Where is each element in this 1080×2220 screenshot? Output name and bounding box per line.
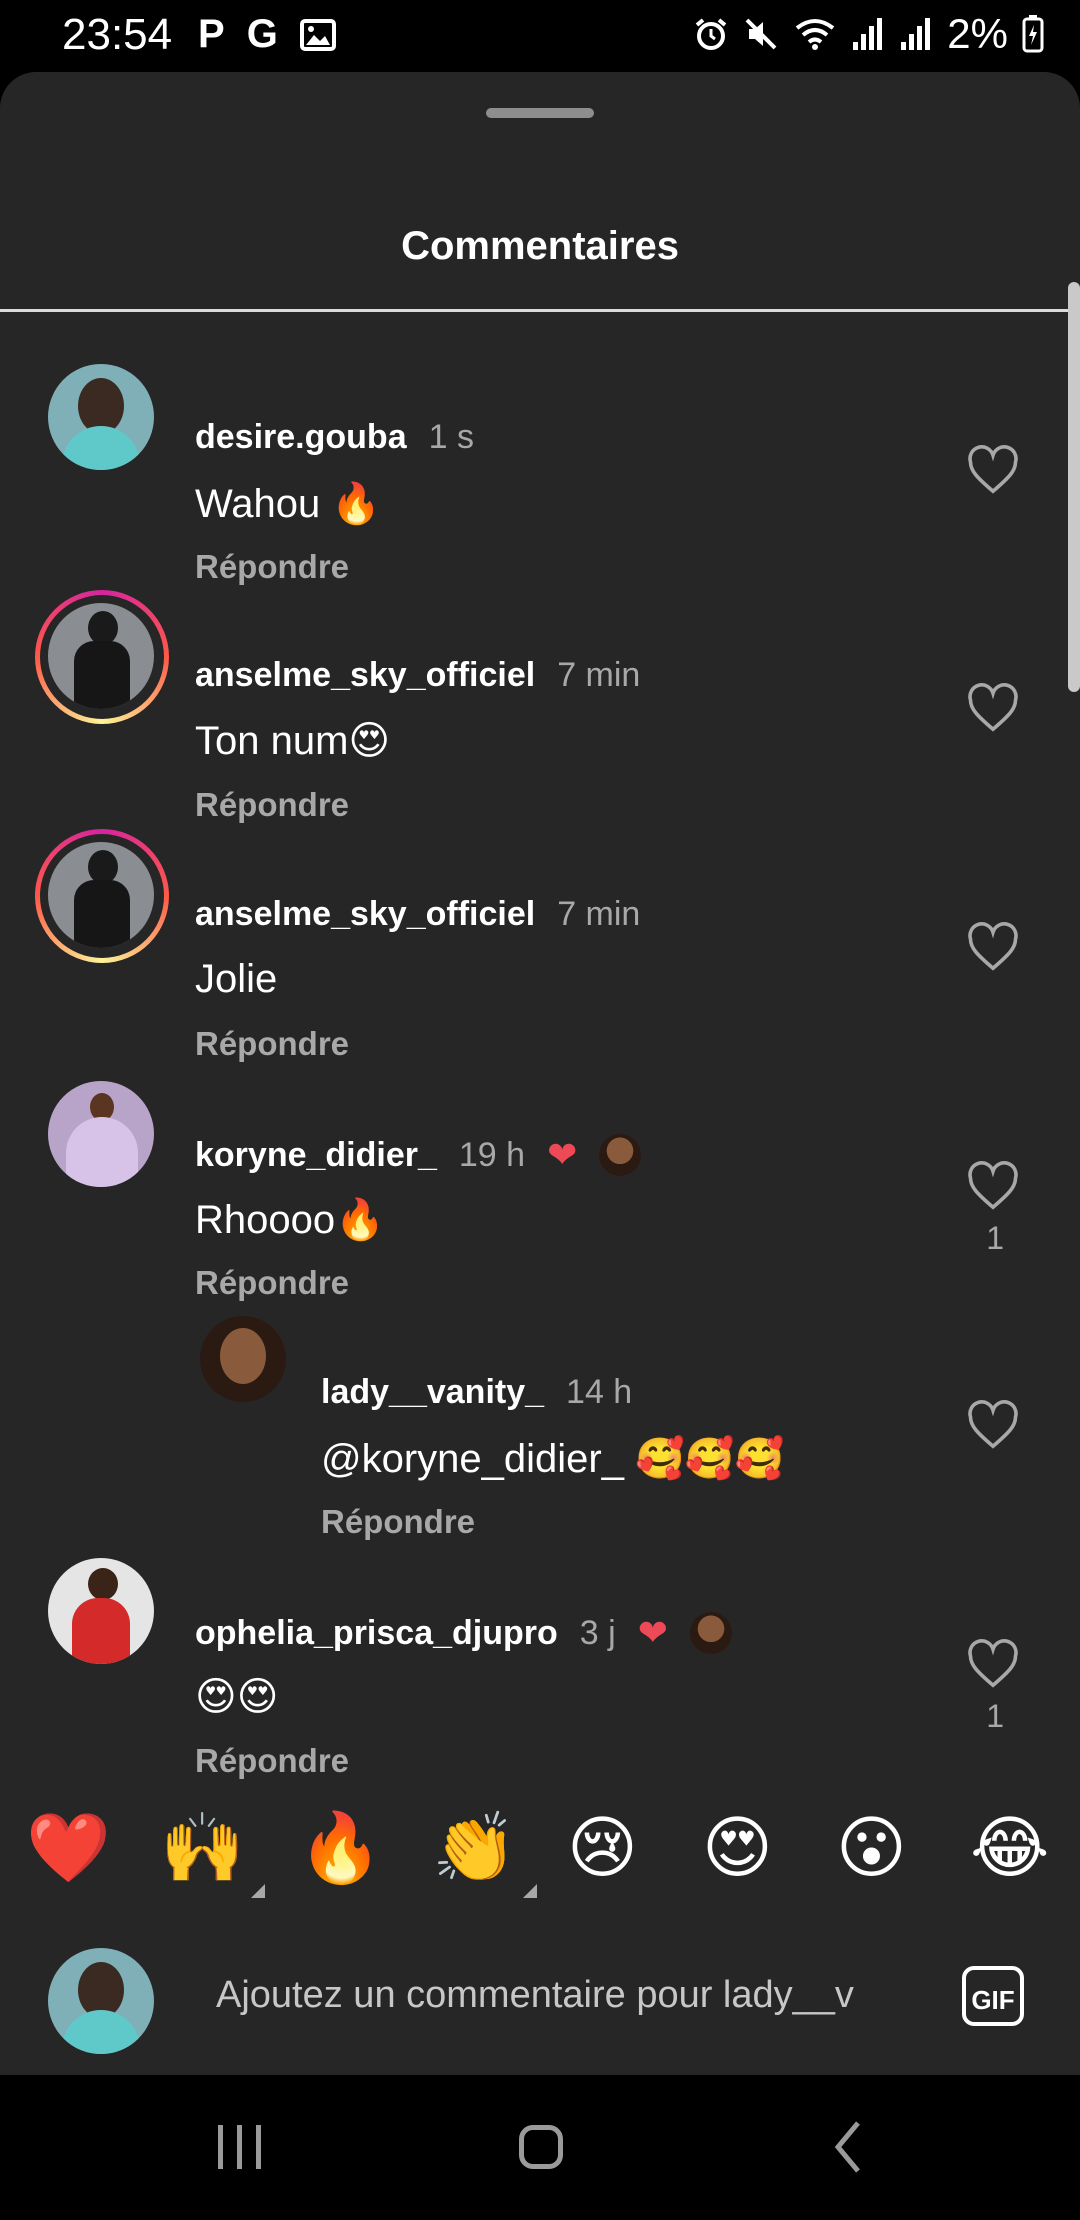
comment-meta: lady__vanity_ 14 h — [321, 1373, 632, 1412]
comment-time: 7 min — [557, 656, 641, 694]
comment-meta: koryne_didier_ 19 h ❤ — [195, 1134, 642, 1176]
recent-apps-button[interactable] — [218, 2125, 261, 2169]
avatar[interactable] — [48, 1558, 154, 1664]
battery-percent: 2% — [947, 10, 1008, 57]
drag-handle[interactable] — [486, 108, 594, 118]
comment-meta: anselme_sky_officiel 7 min — [195, 656, 640, 695]
alarm-icon — [696, 18, 727, 50]
author-mini-avatar — [689, 1612, 732, 1654]
gif-button[interactable]: GIF — [962, 1966, 1024, 2026]
like-count: 1 — [986, 1220, 1004, 1256]
comment-meta: ophelia_prisca_djupro 3 j ❤ — [195, 1612, 732, 1654]
status-time: 23:54 — [62, 10, 173, 59]
emoji-raised-hands: 🙌 — [160, 1810, 245, 1886]
wifi-icon — [796, 19, 835, 50]
comment-time: 1 s — [428, 418, 474, 456]
emoji-laughing-button[interactable]: 😂 — [970, 1808, 1049, 1888]
avatar[interactable] — [200, 1316, 286, 1402]
comment-text: Rhoooo🔥 — [195, 1198, 385, 1242]
emoji-heart-button[interactable]: ❤️ — [26, 1808, 111, 1888]
like-heart-icon[interactable] — [966, 1638, 1020, 1692]
like-heart-icon[interactable] — [966, 1160, 1020, 1214]
comment-username[interactable]: lady__vanity_ — [321, 1373, 544, 1412]
avatar[interactable] — [48, 603, 154, 709]
comment-composer: Ajoutez un commentaire pour lady__v GIF — [0, 1930, 1080, 2075]
reply-item: lady__vanity_ 14 h @koryne_didier_ 🥰🥰🥰 R… — [0, 1289, 1080, 1540]
comment-time: 19 h — [458, 1135, 526, 1174]
liked-by-author-heart-icon: ❤ — [637, 1612, 668, 1653]
skin-tone-indicator — [522, 1884, 537, 1898]
comment-time: 7 min — [557, 895, 641, 933]
comment-text: @koryne_didier_ 🥰🥰🥰 — [321, 1437, 785, 1481]
author-mini-avatar — [599, 1134, 642, 1176]
comment-text: Jolie — [195, 957, 278, 1001]
like-heart-icon[interactable] — [966, 921, 1020, 975]
comment-input[interactable]: Ajoutez un commentaire pour lady__v — [216, 1974, 916, 2017]
reply-button[interactable]: Répondre — [195, 1742, 349, 1780]
image-icon — [299, 18, 336, 51]
emoji-clap-button[interactable]: 👏 — [432, 1808, 537, 1898]
comments-sheet: Commentaires desire.gouba 1 s Wahou 🔥 Ré… — [0, 72, 1080, 2075]
signal-icon — [853, 18, 883, 50]
home-button[interactable] — [519, 2125, 563, 2169]
like-heart-icon[interactable] — [966, 682, 1020, 736]
liked-by-author-heart-icon: ❤ — [547, 1134, 578, 1175]
comment-time: 3 j — [579, 1613, 616, 1652]
google-icon: G — [246, 12, 278, 56]
comment-item: ophelia_prisca_djupro 3 j ❤ 😍😍 Répondre … — [0, 1528, 1080, 1779]
comment-meta: anselme_sky_officiel 7 min — [195, 895, 640, 934]
like-heart-icon[interactable] — [966, 1399, 1020, 1453]
parking-icon: P — [198, 12, 225, 56]
comment-username[interactable]: ophelia_prisca_djupro — [195, 1614, 558, 1653]
comment-username[interactable]: koryne_didier_ — [195, 1136, 437, 1175]
skin-tone-indicator — [250, 1884, 265, 1898]
emoji-surprised-button[interactable]: 😮 — [836, 1808, 907, 1888]
comment-username[interactable]: desire.gouba — [195, 418, 407, 457]
comment-text: 😍😍 — [195, 1675, 279, 1719]
my-avatar — [48, 1948, 154, 2054]
like-count: 1 — [986, 1698, 1004, 1734]
back-icon[interactable] — [830, 2117, 866, 2177]
emoji-clap: 👏 — [432, 1810, 517, 1886]
emoji-crying-button[interactable]: 😢 — [567, 1808, 638, 1888]
status-notification-icons: P G — [198, 12, 336, 57]
avatar[interactable] — [48, 364, 154, 470]
like-heart-icon[interactable] — [966, 444, 1020, 498]
comment-item: anselme_sky_officiel 7 min Jolie Répondr… — [0, 811, 1080, 1062]
signal-icon — [901, 18, 931, 50]
divider — [0, 309, 1080, 312]
battery-charging-icon — [1022, 15, 1044, 53]
comment-item: koryne_didier_ 19 h ❤ Rhoooo🔥 Répondre 1 — [0, 1050, 1080, 1301]
avatar[interactable] — [48, 842, 154, 948]
avatar[interactable] — [48, 1081, 154, 1187]
comment-meta: desire.gouba 1 s — [195, 418, 474, 457]
mute-icon — [745, 18, 777, 50]
emoji-heart-eyes-button[interactable]: 😍 — [702, 1808, 773, 1888]
emoji-quick-bar: ❤️ 🙌 🔥 👏 😢 😍 😮 😂 — [0, 1808, 1080, 1908]
comment-text: Wahou 🔥 — [195, 482, 382, 526]
status-bar: 23:54 P G 2% — [0, 0, 1080, 72]
comment-text: Ton num😍 — [195, 719, 391, 763]
comment-item: desire.gouba 1 s Wahou 🔥 Répondre — [0, 334, 1080, 585]
sheet-title: Commentaires — [401, 224, 679, 268]
comment-username[interactable]: anselme_sky_officiel — [195, 895, 535, 934]
comment-item: anselme_sky_officiel 7 min Ton num😍 Répo… — [0, 572, 1080, 823]
status-system-icons: 2% — [693, 10, 1044, 58]
comment-time: 14 h — [566, 1373, 633, 1411]
system-nav-bar — [0, 2075, 1080, 2220]
comment-username[interactable]: anselme_sky_officiel — [195, 656, 535, 695]
emoji-raised-hands-button[interactable]: 🙌 — [160, 1808, 265, 1898]
emoji-fire-button[interactable]: 🔥 — [298, 1808, 383, 1888]
